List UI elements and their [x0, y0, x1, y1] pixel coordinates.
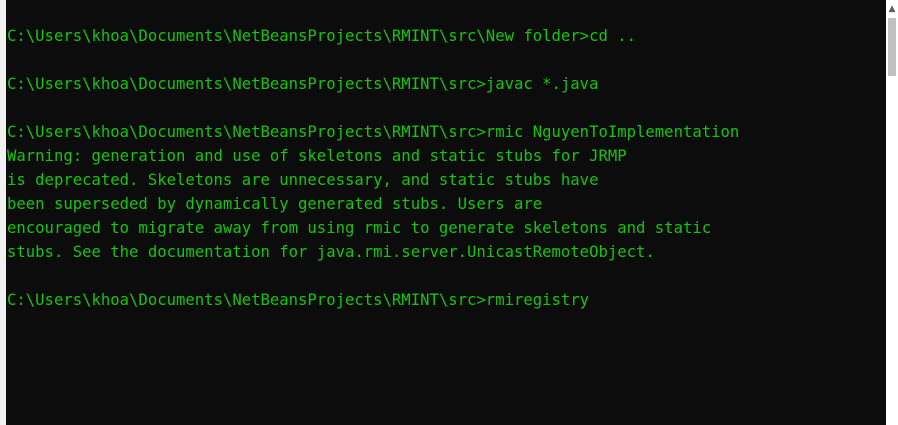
scrollbar-thumb[interactable]	[888, 18, 896, 76]
vertical-scrollbar[interactable]: ▲	[886, 0, 898, 425]
console-line: C:\Users\khoa\Documents\NetBeansProjects…	[7, 291, 590, 309]
console-line: C:\Users\khoa\Documents\NetBeansProjects…	[7, 123, 740, 141]
command-prompt-window: C:\Users\khoa\Documents\NetBeansProjects…	[0, 0, 898, 425]
console-line: C:\Users\khoa\Documents\NetBeansProjects…	[7, 27, 637, 45]
console-line: C:\Users\khoa\Documents\NetBeansProjects…	[7, 75, 599, 93]
console-line: encouraged to migrate away from using rm…	[7, 219, 712, 237]
console-line: is deprecated. Skeletons are unnecessary…	[7, 171, 599, 189]
console-line: been superseded by dynamically generated…	[7, 195, 543, 213]
console-line: Warning: generation and use of skeletons…	[7, 147, 627, 165]
console-line: stubs. See the documentation for java.rm…	[7, 243, 655, 261]
console-text: C:\Users\khoa\Documents\NetBeansProjects…	[7, 24, 739, 312]
console-output-area[interactable]: C:\Users\khoa\Documents\NetBeansProjects…	[6, 0, 886, 425]
triangle-up-icon[interactable]: ▲	[886, 3, 898, 15]
